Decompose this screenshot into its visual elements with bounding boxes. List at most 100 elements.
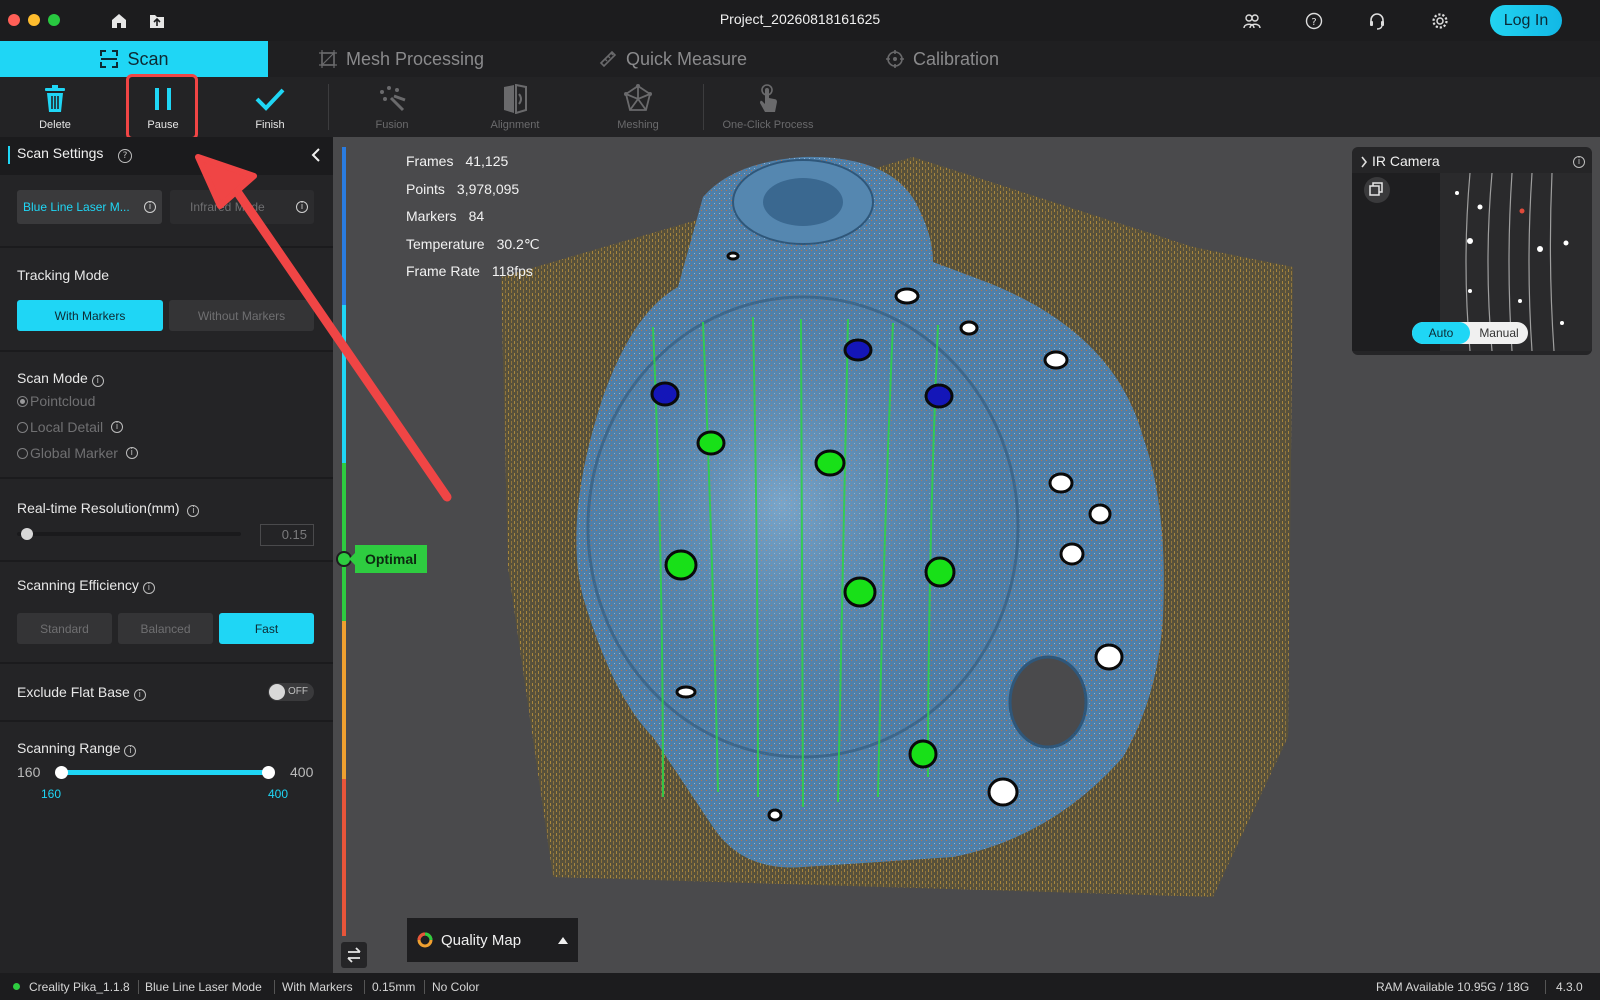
minimize-window-button[interactable]	[28, 14, 40, 26]
status-divider	[274, 980, 275, 994]
settings-gear-icon[interactable]	[1429, 10, 1451, 32]
zoom-window-button[interactable]	[48, 14, 60, 26]
scan-stats: Frames 41,125 Points 3,978,095 Markers 84 T…	[406, 148, 540, 286]
range-slider-low-handle[interactable]	[55, 766, 68, 779]
resolution-slider-track[interactable]	[17, 532, 241, 536]
status-ram: RAM Available 10.95G / 18G	[1376, 980, 1530, 994]
expand-chevron-icon[interactable]	[1360, 156, 1368, 168]
meshing-button[interactable]: Meshing	[608, 77, 668, 137]
info-icon[interactable]: i	[125, 447, 138, 459]
delete-button[interactable]: Delete	[30, 77, 80, 137]
exposure-auto-button[interactable]: Auto	[1412, 322, 1470, 344]
info-icon[interactable]: i	[144, 201, 156, 213]
status-tracking: With Markers	[282, 980, 353, 994]
login-button[interactable]: Log In	[1490, 5, 1562, 36]
trash-icon	[45, 84, 65, 112]
alignment-icon	[504, 83, 527, 114]
status-bar: Creality Pika_1.1.8 Blue Line Laser Mode…	[0, 973, 1600, 1000]
efficiency-standard-button[interactable]: Standard	[17, 613, 112, 644]
radio-pointcloud[interactable]: Pointcloud	[17, 393, 95, 409]
status-divider	[1545, 980, 1546, 994]
resolution-slider-handle[interactable]	[21, 528, 33, 540]
quality-bar-blue	[342, 147, 346, 305]
collapse-chevron-icon[interactable]	[310, 147, 322, 163]
quality-map-dropdown[interactable]: Quality Map	[407, 918, 578, 962]
tab-quick-measure[interactable]: Quick Measure	[598, 41, 747, 77]
radio-global-marker[interactable]: Global Marker i	[17, 445, 138, 461]
tracking-mode-label: Tracking Mode	[17, 267, 110, 283]
delete-label: Delete	[39, 118, 71, 131]
toolbar-divider	[703, 84, 704, 130]
one-click-process-button[interactable]: One-Click Process	[718, 77, 818, 137]
divider	[0, 662, 333, 664]
mesh-icon	[319, 50, 337, 68]
blue-line-laser-mode-button[interactable]: Blue Line Laser M... i	[17, 190, 162, 224]
finish-button[interactable]: Finish	[245, 77, 295, 137]
divider	[0, 350, 333, 352]
info-icon[interactable]: i	[111, 421, 124, 433]
fusion-label: Fusion	[375, 118, 409, 131]
status-version: 4.3.0	[1556, 980, 1583, 994]
without-markers-button[interactable]: Without Markers	[169, 300, 314, 331]
info-icon[interactable]: i	[124, 745, 137, 757]
alignment-button[interactable]: Alignment	[480, 77, 550, 137]
with-markers-button[interactable]: With Markers	[17, 300, 163, 331]
range-max-label: 400	[290, 764, 314, 780]
home-icon[interactable]	[108, 10, 130, 32]
ir-camera-panel: IR Camera i Auto Manual	[1352, 147, 1592, 355]
info-icon[interactable]: i	[142, 582, 155, 594]
range-slider-track[interactable]	[61, 770, 268, 775]
exclude-flat-base-toggle[interactable]: OFF	[268, 683, 314, 701]
help-icon[interactable]: ?	[118, 149, 132, 163]
community-icon[interactable]	[1241, 10, 1263, 32]
help-icon[interactable]: ?	[1303, 10, 1325, 32]
folder-upload-icon[interactable]	[146, 10, 168, 32]
divider	[0, 477, 333, 479]
crosshair-icon	[886, 50, 904, 68]
connection-status-dot	[13, 983, 20, 990]
quality-bar-red	[342, 779, 346, 936]
support-headset-icon[interactable]	[1366, 10, 1388, 32]
scan-mode-label: Scan Mode i	[17, 370, 104, 387]
scan-frame-icon	[100, 50, 119, 68]
tab-calibration[interactable]: Calibration	[885, 41, 999, 77]
efficiency-fast-button[interactable]: Fast	[219, 613, 314, 644]
exposure-manual-button[interactable]: Manual	[1470, 322, 1528, 344]
window-title: Project_20260818161625	[719, 11, 881, 27]
status-divider	[364, 980, 365, 994]
tab-mesh-processing-label: Mesh Processing	[346, 48, 485, 69]
scan-toolbar: Delete Pause Finish Fusion Alignment Mes…	[0, 77, 1600, 137]
info-icon[interactable]: i	[1573, 156, 1585, 168]
tab-scan-label: Scan	[127, 48, 169, 69]
stat-points: Points 3,978,095	[406, 180, 520, 197]
caret-up-icon	[558, 936, 568, 944]
status-divider	[138, 980, 139, 994]
tab-quick-measure-label: Quick Measure	[626, 48, 748, 69]
stat-frames: Frames 41,125	[406, 153, 509, 169]
scanning-range-label: Scanning Range i	[17, 740, 137, 757]
swap-view-button[interactable]	[341, 942, 367, 968]
range-slider-high-handle[interactable]	[262, 766, 275, 779]
panel-title: Scan Settings	[17, 145, 104, 161]
toolbar-divider	[328, 84, 329, 130]
info-icon[interactable]: i	[91, 375, 104, 387]
infrared-mode-button[interactable]: Infrared Mode i	[170, 190, 314, 224]
quality-bar-green	[342, 463, 346, 621]
tab-scan[interactable]: Scan	[0, 41, 268, 77]
info-icon[interactable]: i	[187, 505, 200, 517]
color-wheel-icon	[417, 932, 433, 948]
resolution-value-input[interactable]: 0.15	[260, 524, 314, 546]
info-icon[interactable]: i	[296, 201, 308, 213]
tab-mesh-processing[interactable]: Mesh Processing	[318, 41, 484, 77]
fusion-button[interactable]: Fusion	[367, 77, 417, 137]
stat-frame-rate: Frame Rate 118fps	[406, 263, 533, 279]
radio-local-detail[interactable]: Local Detail i	[17, 419, 124, 435]
swap-arrows-icon	[347, 947, 361, 963]
efficiency-balanced-button[interactable]: Balanced	[118, 613, 213, 644]
info-icon[interactable]: i	[133, 689, 146, 701]
stat-temperature: Temperature 30.2℃	[406, 235, 540, 252]
divider	[0, 720, 333, 722]
quality-indicator-label: Optimal	[349, 545, 427, 573]
close-window-button[interactable]	[8, 14, 20, 26]
meshing-icon	[624, 83, 652, 111]
